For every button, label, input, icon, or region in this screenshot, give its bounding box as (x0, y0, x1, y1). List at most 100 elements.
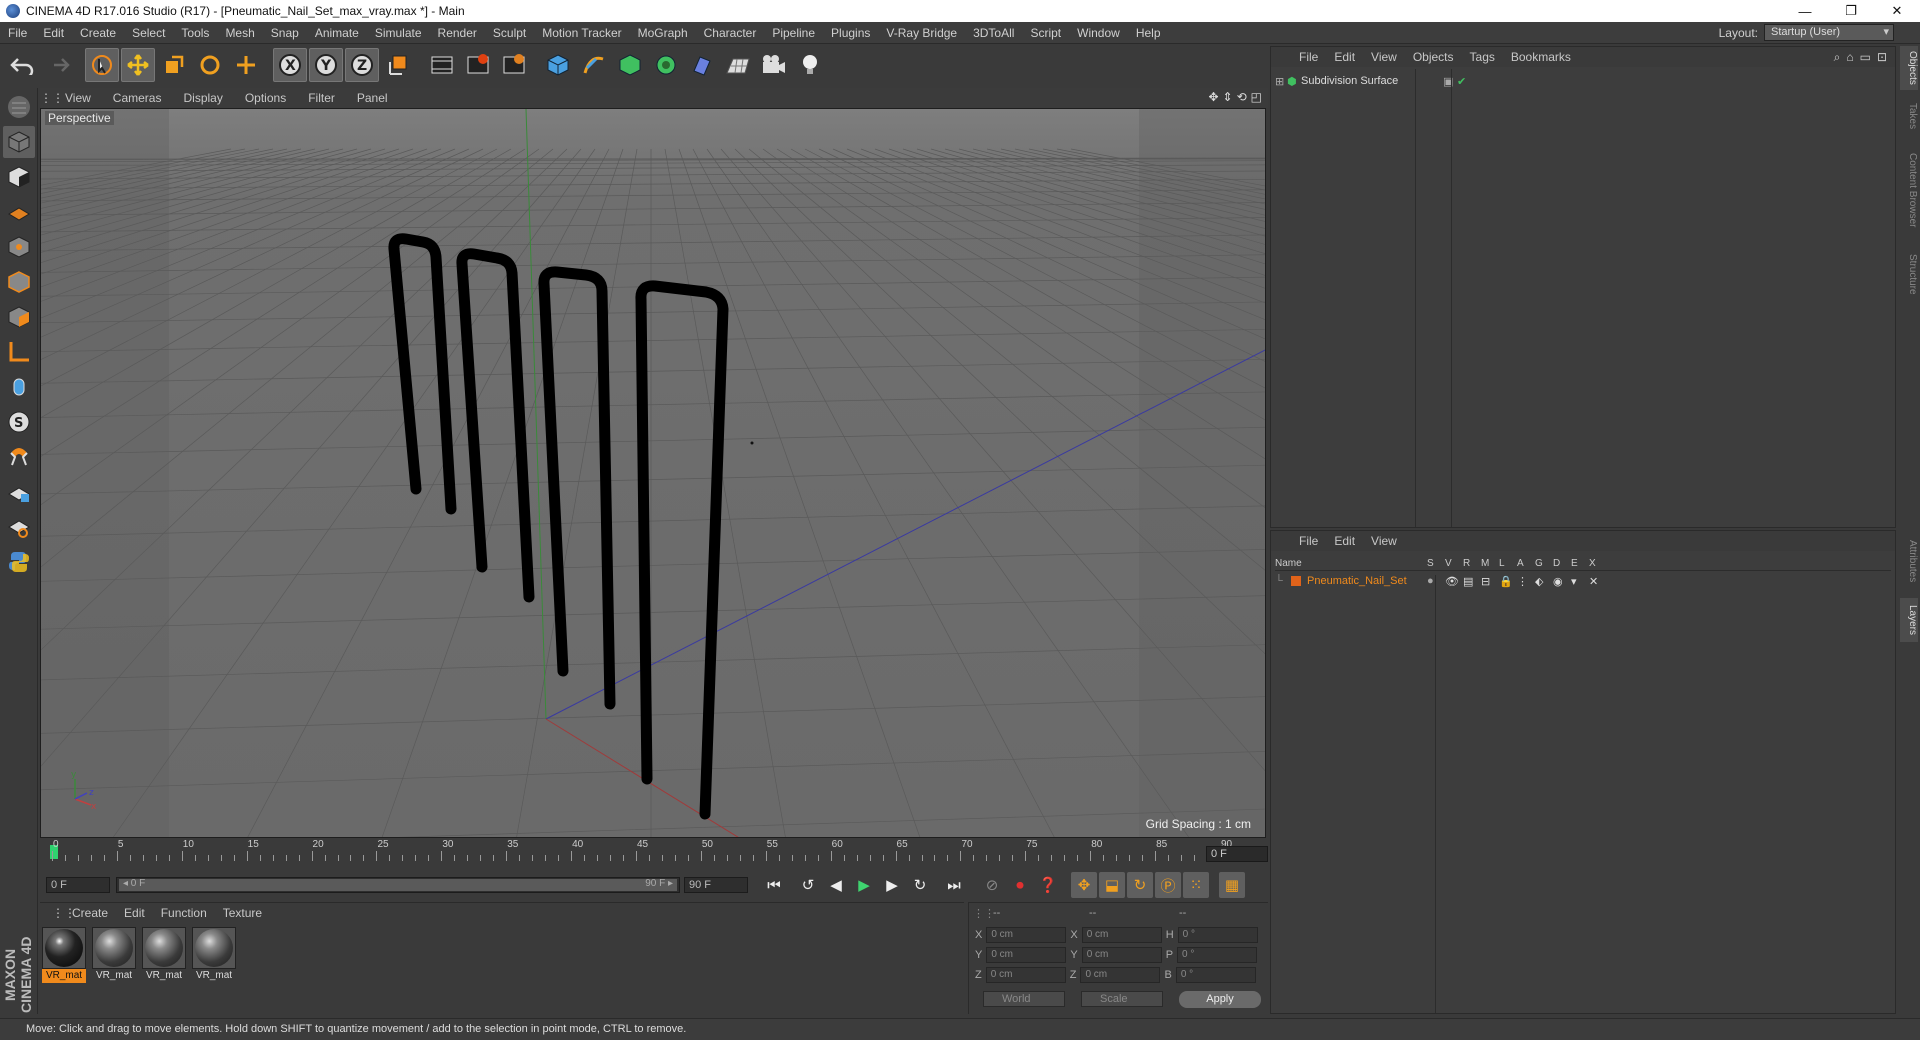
x-axis-lock-icon[interactable]: X (273, 48, 307, 82)
layer-menu-view[interactable]: View (1363, 534, 1405, 548)
menu-file[interactable]: File (0, 22, 35, 44)
object-menu-bookmarks[interactable]: Bookmarks (1503, 50, 1579, 64)
object-menu-edit[interactable]: Edit (1326, 50, 1363, 64)
close-button[interactable]: ✕ (1874, 0, 1920, 22)
material-swatch[interactable]: VR_mat (192, 927, 236, 983)
minimize-button[interactable]: — (1782, 0, 1828, 22)
solo-toggle-icon[interactable]: ● (1427, 575, 1445, 587)
end-frame-field[interactable]: 90 F (684, 877, 748, 893)
viewport-menu-options[interactable]: Options (234, 91, 297, 105)
coordinate-system-icon[interactable] (381, 48, 415, 82)
keyframe-selection-icon[interactable]: ❓ (1035, 872, 1061, 898)
deformer-icon[interactable] (685, 48, 719, 82)
menu-render[interactable]: Render (430, 22, 485, 44)
size-mode-dropdown[interactable]: Scale (1081, 991, 1163, 1007)
enable-snap-icon[interactable] (3, 441, 35, 473)
deformers-toggle-icon[interactable]: ◉ (1553, 575, 1571, 588)
material-menu-texture[interactable]: Texture (215, 906, 270, 920)
menu-animate[interactable]: Animate (307, 22, 367, 44)
record-parameter-icon[interactable]: Ⓟ (1155, 872, 1181, 898)
dolly-view-icon[interactable]: ⇕ (1223, 90, 1233, 104)
menu-sculpt[interactable]: Sculpt (485, 22, 534, 44)
go-to-next-key-icon[interactable]: ↻ (907, 872, 933, 898)
tab-takes[interactable]: Takes (1900, 98, 1918, 134)
menu-tools[interactable]: Tools (173, 22, 217, 44)
size-x-field[interactable]: 0 cm (1081, 927, 1162, 943)
record-active-objects-icon[interactable]: ⊘ (979, 872, 1005, 898)
layout-dropdown[interactable]: Startup (User) (1764, 24, 1894, 41)
menu-character[interactable]: Character (696, 22, 765, 44)
object-menu-view[interactable]: View (1363, 50, 1405, 64)
python-icon[interactable] (3, 546, 35, 578)
redo-icon[interactable] (41, 48, 75, 82)
toggle-view-icon[interactable]: ◰ (1251, 90, 1262, 104)
layer-row[interactable]: └ Pneumatic_Nail_Set ● 👁 ▤ ⊟ 🔒 ⋮ ⬖ ◉ ▾ ✕ (1275, 573, 1891, 589)
record-point-level-icon[interactable]: ⁙ (1183, 872, 1209, 898)
menu-script[interactable]: Script (1022, 22, 1069, 44)
maximize-panel-icon[interactable]: ⊡ (1877, 50, 1887, 65)
record-position-icon[interactable]: ✥ (1071, 872, 1097, 898)
make-editable-icon[interactable] (3, 91, 35, 123)
tab-structure[interactable]: Structure (1900, 246, 1918, 302)
menu-mograph[interactable]: MoGraph (630, 22, 696, 44)
timeline-window-icon[interactable]: ▦ (1219, 872, 1245, 898)
go-to-end-icon[interactable]: ⏭ (941, 872, 967, 898)
rotate-tool-icon[interactable] (193, 48, 227, 82)
menu-pipeline[interactable]: Pipeline (764, 22, 823, 44)
camera-icon[interactable] (757, 48, 791, 82)
tab-layers[interactable]: Layers (1900, 598, 1918, 642)
undo-icon[interactable] (5, 48, 39, 82)
layer-color-swatch[interactable] (1291, 576, 1301, 586)
size-z-field[interactable]: 0 cm (1080, 967, 1161, 983)
timeline-ticks[interactable]: 0 5 10 15 20 25 30 35 40 45 50 55 60 65 70 75 80 85 90 (50, 839, 1232, 867)
material-swatch[interactable]: VR_mat (92, 927, 136, 983)
menu-mesh[interactable]: Mesh (217, 22, 262, 44)
polygons-mode-icon[interactable] (3, 301, 35, 333)
menu-window[interactable]: Window (1069, 22, 1128, 44)
menu-plugins[interactable]: Plugins (823, 22, 878, 44)
planar-workplane-icon[interactable] (3, 511, 35, 543)
timeline-ruler[interactable]: 0 5 10 15 20 25 30 35 40 45 50 55 60 65 70 75 80 85 90 0 F (40, 839, 1268, 867)
model-mode-icon[interactable] (3, 126, 35, 158)
render-toggle-icon[interactable]: ▤ (1463, 575, 1481, 588)
lock-toggle-icon[interactable]: 🔒 (1499, 575, 1517, 588)
viewport-menu-view[interactable]: View (54, 91, 102, 105)
xref-toggle-icon[interactable]: ✕ (1589, 575, 1607, 588)
position-x-field[interactable]: 0 cm (986, 927, 1067, 943)
viewport-menu-panel[interactable]: Panel (346, 91, 399, 105)
object-menu-file[interactable]: File (1291, 50, 1326, 64)
expressions-toggle-icon[interactable]: ▾ (1571, 575, 1589, 588)
object-list[interactable]: ⊞ ⬢ Subdivision Surface ▣ ✔ (1271, 69, 1895, 527)
object-menu-tags[interactable]: Tags (1462, 50, 1503, 64)
rotate-view-icon[interactable]: ⟲ (1237, 90, 1247, 104)
render-settings-icon[interactable] (497, 48, 531, 82)
menu-simulate[interactable]: Simulate (367, 22, 430, 44)
expand-icon[interactable]: ⊞ (1275, 75, 1287, 88)
position-z-field[interactable]: 0 cm (985, 967, 1066, 983)
menu-3dtoall[interactable]: 3DToAll (965, 22, 1022, 44)
rotation-p-field[interactable]: 0 ° (1177, 947, 1258, 963)
viewport-menu-display[interactable]: Display (172, 91, 233, 105)
previous-frame-icon[interactable]: ◀ (823, 872, 849, 898)
tweak-mode-icon[interactable] (3, 371, 35, 403)
play-forward-icon[interactable]: ▶ (851, 872, 877, 898)
cube-primitive-icon[interactable] (541, 48, 575, 82)
object-menu-objects[interactable]: Objects (1405, 50, 1462, 64)
rotation-h-field[interactable]: 0 ° (1177, 927, 1258, 943)
manager-toggle-icon[interactable]: ⊟ (1481, 575, 1499, 588)
menu-edit[interactable]: Edit (35, 22, 72, 44)
animation-toggle-icon[interactable]: ⋮ (1517, 575, 1535, 588)
generators-toggle-icon[interactable]: ⬖ (1535, 575, 1553, 588)
scale-tool-icon[interactable] (157, 48, 191, 82)
material-swatch[interactable]: VR_mat (42, 927, 86, 983)
menu-snap[interactable]: Snap (263, 22, 307, 44)
current-frame-field[interactable]: 0 F (1206, 846, 1268, 862)
frame-range-slider[interactable]: ◂ 0 F 90 F ▸ (116, 877, 680, 893)
coordinate-space-dropdown[interactable]: World (983, 991, 1065, 1007)
edges-mode-icon[interactable] (3, 266, 35, 298)
floor-icon[interactable] (721, 48, 755, 82)
viewport-menu-cameras[interactable]: Cameras (102, 91, 173, 105)
next-frame-icon[interactable]: ▶ (879, 872, 905, 898)
new-window-icon[interactable]: ▭ (1860, 50, 1871, 65)
transform-tool-icon[interactable] (229, 48, 263, 82)
